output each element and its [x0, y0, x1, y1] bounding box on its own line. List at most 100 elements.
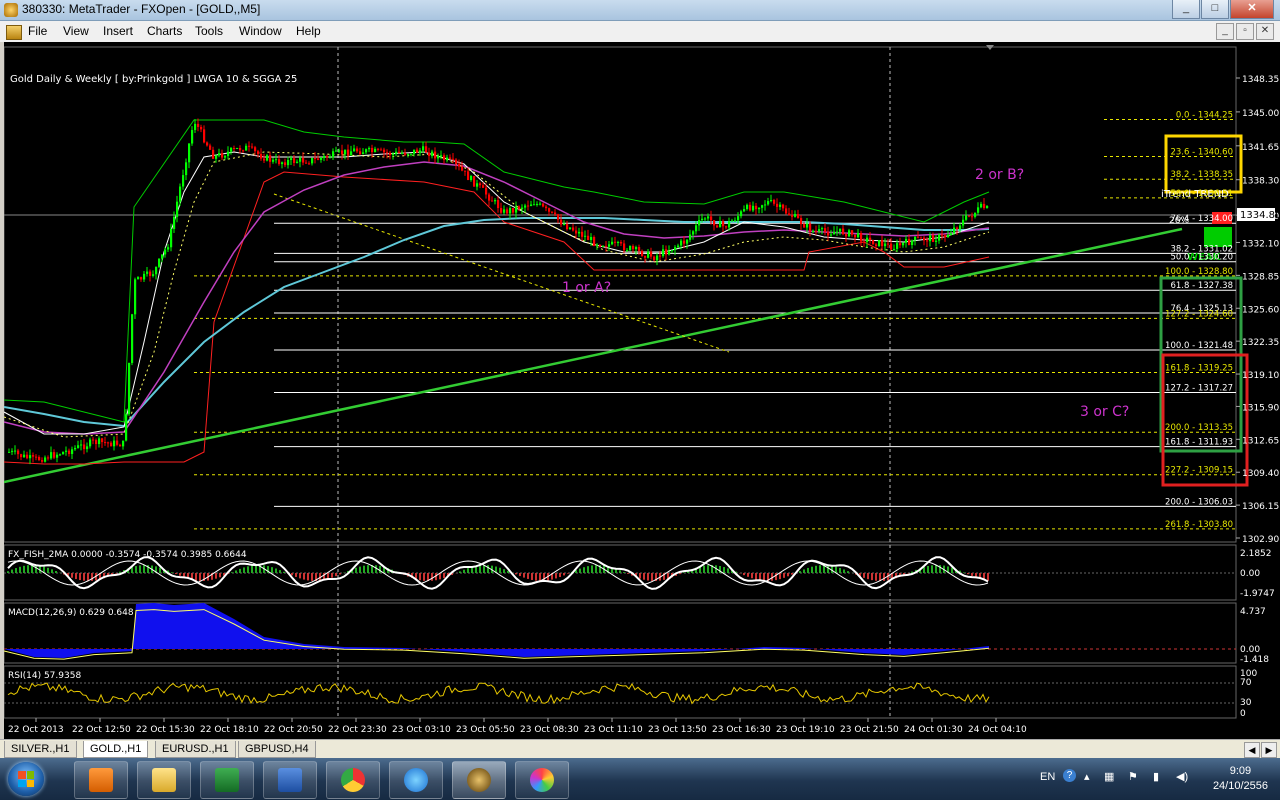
candle-body: [242, 150, 245, 152]
tab-gold[interactable]: GOLD.,H1: [83, 741, 149, 758]
volume-icon[interactable]: ◀): [1176, 770, 1188, 783]
fib-label: 261.8 - 1303.80: [1165, 520, 1233, 530]
taskbar-paint[interactable]: [515, 761, 569, 799]
tab-scroll-right-icon[interactable]: ▶: [1261, 742, 1277, 758]
taskbar-ie[interactable]: [389, 761, 443, 799]
menu-insert[interactable]: Insert: [103, 24, 133, 38]
candle-body: [497, 200, 500, 209]
macd-scale-mid: 0.00: [1240, 645, 1260, 655]
tab-eurusd[interactable]: EURUSD.,H1: [155, 741, 236, 758]
candle-body: [704, 218, 707, 220]
rsi-scale-0: 0: [1240, 709, 1246, 719]
time-label: 23 Oct 19:10: [776, 725, 835, 735]
macd-scale-bot: -1.418: [1240, 655, 1269, 665]
candle-body: [500, 208, 503, 213]
candle-body: [875, 244, 878, 246]
taskbar-excel[interactable]: [200, 761, 254, 799]
menu-file[interactable]: File: [28, 24, 47, 38]
candle-body: [56, 454, 59, 458]
chart-tabs: SILVER.,H1 GOLD.,H1 EURUSD.,H1 GBPUSD,H4…: [0, 739, 1280, 759]
start-button[interactable]: [8, 762, 44, 796]
candle-body: [746, 204, 749, 210]
candle-body: [23, 454, 26, 458]
candle-body: [197, 123, 200, 127]
candle-body: [434, 151, 437, 159]
menu-window[interactable]: Window: [239, 24, 282, 38]
taskbar-metatrader[interactable]: [452, 761, 506, 799]
candle-body: [299, 157, 302, 162]
wave-c-label: 3 or C?: [1080, 404, 1129, 420]
candle-body: [176, 201, 179, 217]
metatrader-icon: [4, 3, 18, 17]
tab-scroll-left-icon[interactable]: ◀: [1244, 742, 1260, 758]
candle-body: [266, 155, 269, 161]
candle-body: [509, 207, 512, 214]
minimize-button[interactable]: _: [1172, 0, 1200, 19]
taskbar-word[interactable]: [263, 761, 317, 799]
candle-body: [32, 455, 35, 457]
candle-body: [68, 450, 71, 454]
price-axis: 1348.35 1345.00 1341.65 1338.30 1334.80 1332.…: [1236, 75, 1279, 545]
clock[interactable]: 9:09 24/10/2556: [1213, 764, 1268, 794]
candle-body: [248, 145, 251, 147]
fib-label: 23.6 - 1340.60: [1170, 147, 1233, 157]
network-status-icon[interactable]: ▮: [1153, 770, 1159, 783]
maximize-button[interactable]: □: [1201, 0, 1229, 19]
menu-help[interactable]: Help: [296, 24, 321, 38]
tab-gbpusd[interactable]: GBPUSD,H4: [238, 741, 316, 758]
price-label: 1306.15: [1242, 502, 1279, 512]
candle-body: [716, 225, 719, 228]
candle-body: [929, 235, 932, 242]
taskbar-chrome[interactable]: [326, 761, 380, 799]
candle-body: [170, 228, 173, 248]
candle-body: [389, 152, 392, 155]
clock-time: 9:09: [1229, 765, 1252, 777]
candle-body: [626, 250, 629, 252]
chart-window[interactable]: iTrend TREND 26% WEAK 1 or A? 2 or B? 3 …: [0, 42, 1280, 739]
time-label: 23 Oct 03:10: [392, 725, 451, 735]
candle-body: [305, 162, 308, 164]
candle-body: [98, 438, 101, 445]
menu-tools[interactable]: Tools: [195, 24, 223, 38]
candle-body: [602, 245, 605, 247]
candle-body: [437, 155, 440, 159]
help-icon[interactable]: ?: [1063, 769, 1076, 782]
candle-body: [77, 445, 80, 448]
action-center-flag-icon[interactable]: ⚑: [1128, 770, 1138, 783]
macd-scale-top: 4.737: [1240, 607, 1266, 617]
candle-body: [635, 247, 638, 250]
candle-body: [11, 450, 14, 452]
candle-body: [302, 157, 305, 163]
candle-body: [431, 151, 434, 157]
mdi-close-button[interactable]: ✕: [1256, 23, 1274, 40]
candle-body: [752, 205, 755, 211]
candle-body: [95, 440, 98, 445]
time-label: 22 Oct 2013: [8, 725, 64, 735]
price-chart[interactable]: iTrend TREND 26% WEAK 1 or A? 2 or B? 3 …: [3, 42, 1280, 739]
tray-network-icon[interactable]: ▦: [1104, 770, 1114, 783]
menu-view[interactable]: View: [63, 24, 89, 38]
mdi-minimize-button[interactable]: _: [1216, 23, 1234, 40]
language-indicator[interactable]: EN: [1040, 771, 1055, 783]
candle-body: [917, 236, 920, 238]
candle-body: [782, 204, 785, 209]
candle-body: [941, 234, 944, 236]
mdi-restore-button[interactable]: ▫: [1236, 23, 1254, 40]
candle-body: [953, 227, 956, 234]
tab-silver[interactable]: SILVER.,H1: [4, 741, 77, 758]
taskbar-explorer[interactable]: [137, 761, 191, 799]
fib-label: 50.0 - 1330.20: [1170, 253, 1233, 263]
close-button[interactable]: ✕: [1230, 0, 1274, 19]
rsi-scale-30: 30: [1240, 698, 1252, 708]
document-icon[interactable]: [6, 25, 22, 40]
candle-body: [833, 232, 836, 235]
candle-body: [335, 150, 338, 152]
candle-body: [245, 145, 248, 151]
price-label: 1338.30: [1242, 177, 1279, 187]
tray-arrow-icon[interactable]: ▴: [1084, 770, 1090, 783]
taskbar-media-player[interactable]: [74, 761, 128, 799]
menu-charts[interactable]: Charts: [147, 24, 182, 38]
price-label: 1341.65: [1242, 143, 1279, 153]
candle-body: [674, 247, 677, 251]
word-icon: [278, 768, 302, 792]
